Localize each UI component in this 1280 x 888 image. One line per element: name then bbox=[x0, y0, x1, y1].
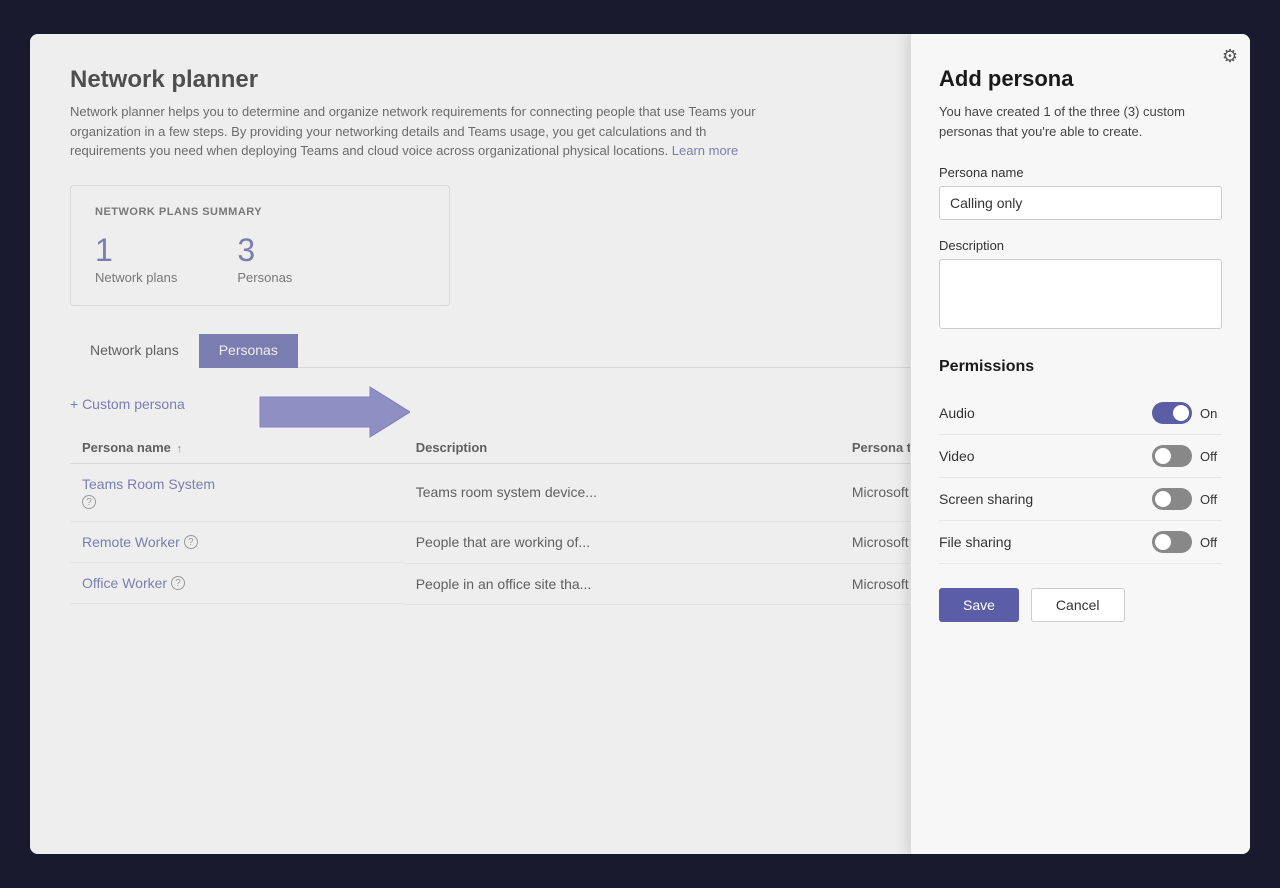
screen-sharing-toggle-state: Off bbox=[1200, 492, 1222, 507]
file-sharing-toggle-group: Off bbox=[1152, 531, 1222, 553]
audio-toggle-state: On bbox=[1200, 406, 1222, 421]
audio-toggle-group: On bbox=[1152, 402, 1222, 424]
gear-icon[interactable]: ⚙ bbox=[1222, 46, 1238, 67]
screen-sharing-toggle-group: Off bbox=[1152, 488, 1222, 510]
persona-name-label: Persona name bbox=[939, 165, 1222, 180]
video-label: Video bbox=[939, 448, 975, 464]
file-sharing-toggle[interactable] bbox=[1152, 531, 1192, 553]
audio-label: Audio bbox=[939, 405, 975, 421]
video-toggle-group: Off bbox=[1152, 445, 1222, 467]
description-input[interactable] bbox=[939, 259, 1222, 329]
video-toggle-state: Off bbox=[1200, 449, 1222, 464]
permission-screen-sharing: Screen sharing Off bbox=[939, 478, 1222, 521]
cancel-button[interactable]: Cancel bbox=[1031, 588, 1125, 622]
persona-name-input[interactable] bbox=[939, 186, 1222, 220]
permissions-title: Permissions bbox=[939, 358, 1222, 376]
screen-sharing-toggle[interactable] bbox=[1152, 488, 1192, 510]
file-sharing-toggle-state: Off bbox=[1200, 535, 1222, 550]
save-button[interactable]: Save bbox=[939, 588, 1019, 622]
panel-title: Add persona bbox=[939, 66, 1222, 92]
screen-sharing-label: Screen sharing bbox=[939, 491, 1033, 507]
permission-audio: Audio On bbox=[939, 392, 1222, 435]
add-persona-panel: ⚙ Add persona You have created 1 of the … bbox=[910, 34, 1250, 854]
panel-buttons: Save Cancel bbox=[939, 588, 1222, 622]
audio-toggle[interactable] bbox=[1152, 402, 1192, 424]
permission-video: Video Off bbox=[939, 435, 1222, 478]
overlay-background bbox=[30, 34, 910, 854]
permission-file-sharing: File sharing Off bbox=[939, 521, 1222, 564]
file-sharing-label: File sharing bbox=[939, 534, 1011, 550]
description-label: Description bbox=[939, 238, 1222, 253]
panel-subtitle: You have created 1 of the three (3) cust… bbox=[939, 102, 1222, 141]
video-toggle[interactable] bbox=[1152, 445, 1192, 467]
